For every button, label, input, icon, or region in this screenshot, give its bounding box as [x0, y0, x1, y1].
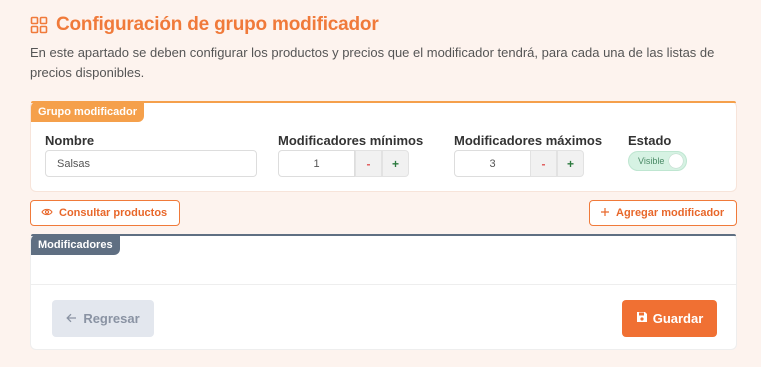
max-modifiers-input[interactable]: [454, 150, 531, 177]
modifiers-tag: Modificadores: [31, 235, 120, 255]
group-card: Grupo modificador Nombre Modificadores m…: [30, 101, 737, 192]
page-description: En este apartado se deben configurar los…: [30, 45, 715, 80]
add-modifier-button[interactable]: Agregar modificador: [589, 200, 737, 226]
modifiers-card: Modificadores Regresar Guardar: [30, 234, 737, 350]
page-title: Configuración de grupo modificador: [56, 14, 379, 35]
min-modifiers-input[interactable]: [278, 150, 355, 177]
consult-products-label: Consultar productos: [59, 207, 168, 219]
back-label: Regresar: [83, 311, 140, 326]
save-button[interactable]: Guardar: [622, 300, 717, 337]
status-label: Estado: [628, 133, 672, 148]
name-label: Nombre: [45, 133, 95, 148]
add-modifier-label: Agregar modificador: [616, 207, 725, 219]
back-button[interactable]: Regresar: [52, 300, 154, 337]
max-decrement-button[interactable]: -: [530, 150, 557, 177]
min-decrement-button[interactable]: -: [355, 150, 382, 177]
grid-icon: [30, 16, 48, 34]
page-header: Configuración de grupo modificador En es…: [30, 14, 751, 83]
min-modifiers-label: Modificadores mínimos: [278, 133, 424, 148]
status-toggle-text: Visible: [638, 156, 665, 166]
title-row: Configuración de grupo modificador: [30, 14, 751, 36]
max-modifiers-label: Modificadores máximos: [454, 133, 603, 148]
max-increment-button[interactable]: +: [557, 150, 584, 177]
status-toggle[interactable]: Visible: [628, 151, 687, 171]
eye-icon: [41, 207, 53, 220]
divider: [31, 284, 736, 285]
plus-icon: [600, 207, 610, 220]
group-tag: Grupo modificador: [31, 102, 144, 122]
toggle-knob: [669, 154, 683, 168]
min-increment-button[interactable]: +: [382, 150, 409, 177]
consult-products-button[interactable]: Consultar productos: [30, 200, 180, 226]
arrow-left-icon: [66, 311, 77, 326]
floppy-disk-icon: [636, 311, 648, 326]
save-label: Guardar: [652, 311, 704, 326]
name-input[interactable]: [45, 150, 257, 177]
